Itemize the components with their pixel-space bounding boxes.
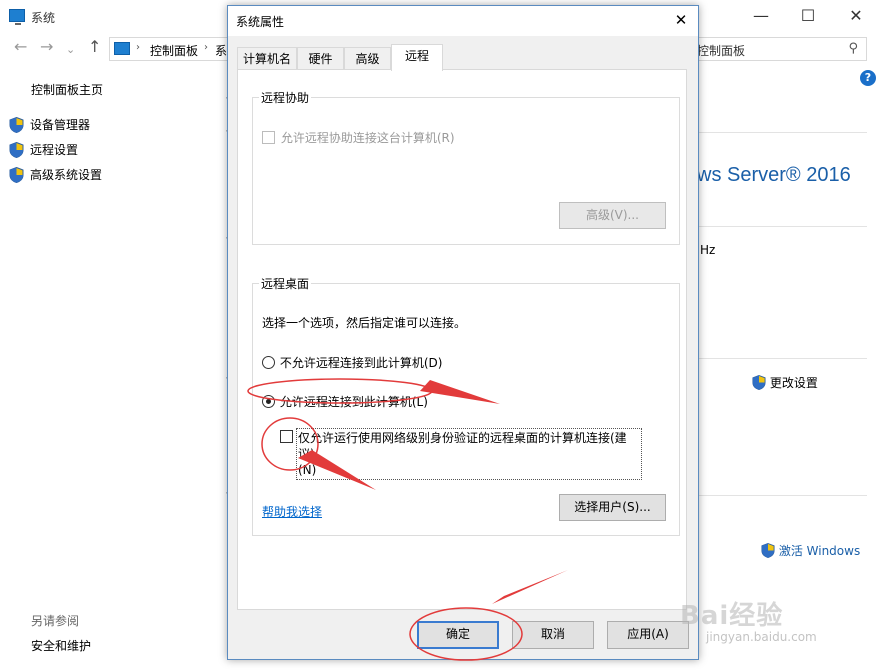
- nla-checkbox-label: 仅允许运行使用网络级别身份验证的远程桌面的计算机连接(建议) (N): [296, 428, 642, 480]
- sidebar-home-link[interactable]: 控制面板主页: [31, 81, 103, 98]
- ok-button[interactable]: 确定: [417, 621, 499, 649]
- search-icon[interactable]: ⚲: [848, 41, 858, 56]
- system-properties-dialog: 系统属性 ✕ 计算机名 硬件 高级 远程 远程协助 允许远程协助连接这台计算机(…: [227, 5, 699, 660]
- baidu-watermark-url: jingyan.baidu.com: [706, 630, 817, 644]
- divider: [697, 226, 867, 227]
- forward-arrow-icon[interactable]: →: [40, 37, 53, 57]
- cancel-button[interactable]: 取消: [512, 621, 594, 649]
- breadcrumb-separator-icon: ›: [136, 42, 140, 53]
- close-icon[interactable]: ✕: [836, 4, 876, 28]
- remote-desktop-group: 远程桌面 选择一个选项，然后指定谁可以连接。 不允许远程连接到此计算机(D) 允…: [252, 275, 680, 536]
- checkbox-box: [280, 430, 293, 443]
- checkbox-box: [262, 131, 275, 144]
- allow-remote-assistance-label: 允许远程协助连接这台计算机(R): [280, 131, 455, 145]
- sidebar-item-label: 高级系统设置: [30, 168, 103, 182]
- computer-icon: [114, 42, 130, 55]
- sidebar-item-advanced-settings[interactable]: 高级系统设置: [9, 166, 102, 184]
- radio-disallow-label: 不允许远程连接到此计算机(D): [279, 356, 443, 370]
- shield-icon: [9, 166, 24, 183]
- close-icon[interactable]: ✕: [668, 8, 694, 32]
- processor-hz-text: Hz: [700, 243, 716, 257]
- dialog-titlebar[interactable]: 系统属性 ✕: [228, 6, 698, 36]
- see-also-heading: 另请参阅: [31, 614, 80, 628]
- divider: [697, 358, 867, 359]
- sidebar-item-remote-settings[interactable]: 远程设置: [9, 141, 78, 159]
- breadcrumb-control-panel[interactable]: 控制面板: [150, 42, 198, 59]
- help-me-choose-link[interactable]: 帮助我选择: [262, 503, 322, 520]
- remote-tab-panel: 远程协助 允许远程协助连接这台计算机(R) 高级(V)... 远程桌面 选择一个…: [237, 69, 687, 610]
- radio-allow-label: 允许远程连接到此计算机(L): [279, 395, 428, 409]
- sidebar-item-label: 设备管理器: [30, 118, 91, 132]
- radio-disallow-remote[interactable]: 不允许远程连接到此计算机(D): [262, 354, 442, 371]
- security-maintenance-link[interactable]: 安全和维护: [31, 637, 91, 654]
- computer-icon: [9, 9, 25, 25]
- radio-allow-remote[interactable]: 允许远程连接到此计算机(L): [262, 393, 428, 410]
- advanced-button[interactable]: 高级(V)...: [559, 202, 666, 229]
- shield-icon: [761, 543, 775, 558]
- tab-advanced[interactable]: 高级: [344, 47, 391, 70]
- background-window-title: 系统: [31, 11, 56, 25]
- sidebar-item-label: 远程设置: [30, 143, 79, 157]
- breadcrumb-separator-icon: ›: [204, 42, 208, 53]
- radio-circle: [262, 395, 275, 408]
- search-input[interactable]: 控制面板 ⚲: [674, 37, 867, 61]
- shield-icon: [9, 141, 24, 158]
- minimize-icon[interactable]: —: [741, 4, 781, 28]
- sidebar-item-device-manager[interactable]: 设备管理器: [9, 116, 90, 134]
- nla-label-line2: (N): [298, 463, 317, 477]
- activate-windows-link[interactable]: 激活 Windows: [761, 542, 860, 559]
- apply-button[interactable]: 应用(A): [607, 621, 689, 649]
- tab-remote[interactable]: 远程: [391, 44, 443, 71]
- up-arrow-icon[interactable]: ↑: [88, 37, 101, 57]
- help-icon[interactable]: ?: [860, 70, 876, 86]
- remote-assistance-label: 远程协助: [259, 89, 312, 106]
- divider: [697, 495, 867, 496]
- dialog-title: 系统属性: [236, 15, 285, 29]
- nla-label-line1: 仅允许运行使用网络级别身份验证的远程桌面的计算机连接(建议): [298, 431, 627, 461]
- baidu-watermark: Bai经验: [680, 601, 784, 631]
- maximize-icon[interactable]: ☐: [788, 4, 828, 28]
- change-settings-label: 更改设置: [769, 376, 818, 390]
- nla-checkbox[interactable]: 仅允许运行使用网络级别身份验证的远程桌面的计算机连接(建议) (N): [280, 428, 642, 480]
- remote-desktop-instruction: 选择一个选项，然后指定谁可以连接。: [262, 316, 467, 330]
- radio-circle: [262, 356, 275, 369]
- back-arrow-icon[interactable]: ←: [14, 37, 27, 57]
- select-users-button[interactable]: 选择用户(S)...: [559, 494, 666, 521]
- breadcrumb-system[interactable]: 系: [215, 42, 227, 59]
- activate-windows-label: 激活 Windows: [778, 544, 861, 558]
- remote-desktop-label: 远程桌面: [259, 275, 312, 292]
- remote-assistance-group: 远程协助 允许远程协助连接这台计算机(R) 高级(V)...: [252, 89, 680, 245]
- search-placeholder: 控制面板: [697, 44, 746, 58]
- tab-computer-name[interactable]: 计算机名: [237, 47, 297, 70]
- change-settings-link[interactable]: 更改设置: [752, 374, 818, 391]
- os-edition-text: ws Server® 2016: [697, 164, 851, 186]
- shield-icon: [752, 375, 766, 390]
- allow-remote-assistance-checkbox[interactable]: 允许远程协助连接这台计算机(R): [262, 129, 455, 146]
- shield-icon: [9, 116, 24, 133]
- tab-hardware[interactable]: 硬件: [297, 47, 344, 70]
- divider: [697, 132, 867, 133]
- recent-dropdown-icon[interactable]: ⌄: [66, 40, 75, 60]
